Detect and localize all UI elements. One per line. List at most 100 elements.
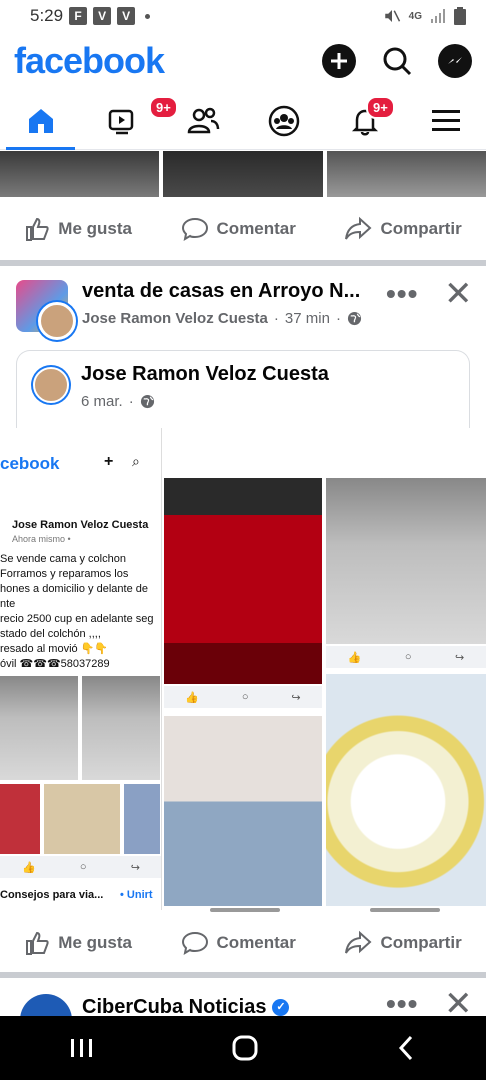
home-nav-icon[interactable] bbox=[231, 1034, 259, 1062]
mini-line-7: resado al movió 👇👇 bbox=[0, 643, 109, 655]
friends-icon bbox=[187, 107, 219, 133]
shared-post-card[interactable]: Jose Ramon Veloz Cuesta 6 mar. · bbox=[16, 350, 470, 430]
shared-date[interactable]: 6 mar. bbox=[81, 393, 123, 410]
meta-sep-3: · bbox=[128, 393, 134, 410]
meta-sep-2: · bbox=[335, 310, 341, 327]
post-header: venta de casas en Arroyo N... Jose Ramon… bbox=[0, 268, 486, 340]
verified-icon: ✓ bbox=[272, 999, 290, 1016]
mini-author: Jose Ramon Veloz Cuesta bbox=[12, 519, 149, 531]
like-button-2[interactable]: Me gusta bbox=[24, 930, 132, 956]
notifications-badge: 9+ bbox=[366, 96, 395, 119]
mini-plus-icon: + bbox=[104, 453, 114, 470]
author-avatar[interactable] bbox=[38, 302, 76, 340]
main-tabs: 9+ 9+ bbox=[0, 92, 486, 150]
globe-icon bbox=[140, 394, 154, 409]
v-notif-icon-2: V bbox=[117, 7, 136, 25]
search-icon bbox=[383, 47, 412, 76]
mini-line-6: stado del colchón ,,,, bbox=[0, 628, 101, 640]
search-button[interactable] bbox=[380, 44, 414, 78]
previous-image-2[interactable] bbox=[163, 151, 323, 197]
post-time[interactable]: 37 min bbox=[285, 310, 330, 327]
mini-mattress-3 bbox=[124, 784, 160, 854]
post-image-grid[interactable]: cebook + ⌕ Jose Ramon Veloz Cuesta Ahora… bbox=[0, 428, 486, 912]
share-label: Compartir bbox=[380, 219, 462, 238]
comment-label-2: Comentar bbox=[216, 933, 296, 952]
tab-menu[interactable] bbox=[405, 92, 486, 149]
previous-post-actions: Me gusta Comentar Compartir bbox=[0, 198, 486, 260]
shared-author-name[interactable]: Jose Ramon Veloz Cuesta bbox=[81, 363, 329, 386]
group-name[interactable]: venta de casas en Arroyo N... bbox=[82, 280, 372, 303]
screenshot-image[interactable]: cebook + ⌕ Jose Ramon Veloz Cuesta Ahora… bbox=[0, 428, 162, 910]
thumbs-up-icon bbox=[26, 217, 49, 241]
post-meta: Jose Ramon Veloz Cuesta · 37 min · bbox=[82, 310, 362, 327]
thumbs-up-icon bbox=[26, 931, 49, 955]
mini-line-4: nte bbox=[0, 598, 16, 610]
share-button-2[interactable]: Compartir bbox=[344, 930, 462, 956]
next-post-header: CiberCuba Noticias ✓ ••• ✕ bbox=[0, 978, 486, 1046]
like-label: Me gusta bbox=[58, 219, 132, 238]
tab-groups[interactable] bbox=[243, 92, 324, 149]
groups-icon bbox=[268, 105, 299, 136]
blue-bed-image[interactable] bbox=[164, 716, 322, 906]
facebook-logo[interactable]: facebook bbox=[14, 40, 165, 82]
more-notifs-icon bbox=[145, 13, 151, 19]
like-label-2: Me gusta bbox=[58, 933, 132, 952]
comment-icon bbox=[181, 931, 208, 956]
status-bar: 5:29 F V V 4G bbox=[0, 0, 486, 32]
mini-line-2: Forramos y reparamos los bbox=[0, 568, 129, 580]
mini-line-5: recio 2500 cup en adelante seg bbox=[0, 613, 154, 625]
recent-apps-icon[interactable] bbox=[68, 1036, 96, 1060]
red-bed-image[interactable] bbox=[164, 478, 322, 684]
home-icon bbox=[28, 108, 53, 133]
share-icon bbox=[345, 930, 372, 954]
foam-roll-image[interactable] bbox=[326, 674, 486, 906]
status-time: 5:29 bbox=[30, 6, 64, 25]
mini-action-bar: 👍 ○ ↪ bbox=[0, 856, 161, 878]
share-label-2: Compartir bbox=[380, 933, 462, 952]
right-action-bar: 👍 ○ ↪ bbox=[326, 646, 486, 668]
messenger-button[interactable] bbox=[438, 44, 472, 78]
add-icon bbox=[331, 53, 347, 69]
system-nav-bar bbox=[0, 1016, 486, 1080]
tab-video[interactable]: 9+ bbox=[81, 92, 178, 149]
shared-author-avatar[interactable] bbox=[33, 367, 69, 403]
tab-notifications[interactable]: 9+ bbox=[324, 92, 405, 149]
create-button[interactable] bbox=[322, 44, 356, 78]
post-options-button[interactable]: ••• bbox=[386, 278, 418, 310]
signal-icon bbox=[431, 9, 445, 23]
tab-friends[interactable] bbox=[162, 92, 243, 149]
mini-bedframe-1 bbox=[0, 676, 78, 780]
menu-icon bbox=[431, 109, 460, 131]
mini-footer-link: • Unirt bbox=[120, 889, 153, 901]
share-button[interactable]: Compartir bbox=[344, 216, 462, 242]
like-button[interactable]: Me gusta bbox=[24, 216, 132, 242]
back-icon[interactable] bbox=[394, 1034, 418, 1062]
mini-mattress-2 bbox=[44, 784, 120, 854]
post-author[interactable]: Jose Ramon Veloz Cuesta bbox=[82, 310, 268, 327]
metal-bedframe-image[interactable] bbox=[326, 478, 486, 644]
comment-label: Comentar bbox=[216, 219, 296, 238]
previous-post-images[interactable] bbox=[0, 151, 486, 197]
comment-button-2[interactable]: Comentar bbox=[181, 930, 296, 956]
mini-mattress-1 bbox=[0, 784, 40, 854]
hide-post-button[interactable]: ✕ bbox=[444, 274, 473, 314]
mini-line-3: hones a domicilio y delante de bbox=[0, 583, 148, 595]
mute-icon bbox=[384, 10, 400, 22]
post-separator bbox=[0, 260, 486, 266]
mini-line-1: Se vende cama y colchon bbox=[0, 553, 126, 565]
network-type: 4G bbox=[408, 10, 422, 22]
share-icon bbox=[345, 216, 372, 240]
tab-home[interactable] bbox=[0, 92, 81, 150]
messenger-icon bbox=[448, 57, 462, 64]
previous-image-3[interactable] bbox=[326, 151, 486, 197]
mini-footer: Consejos para via... bbox=[0, 889, 104, 901]
comment-icon bbox=[181, 217, 208, 242]
group-avatar[interactable] bbox=[16, 280, 76, 340]
comment-button[interactable]: Comentar bbox=[181, 216, 296, 242]
mini-logo: cebook bbox=[0, 454, 60, 473]
shared-post-meta: 6 mar. · bbox=[81, 393, 155, 410]
previous-image-1[interactable] bbox=[0, 151, 160, 197]
app-header: facebook bbox=[0, 32, 486, 90]
meta-sep: · bbox=[273, 310, 279, 327]
battery-icon bbox=[454, 7, 466, 25]
